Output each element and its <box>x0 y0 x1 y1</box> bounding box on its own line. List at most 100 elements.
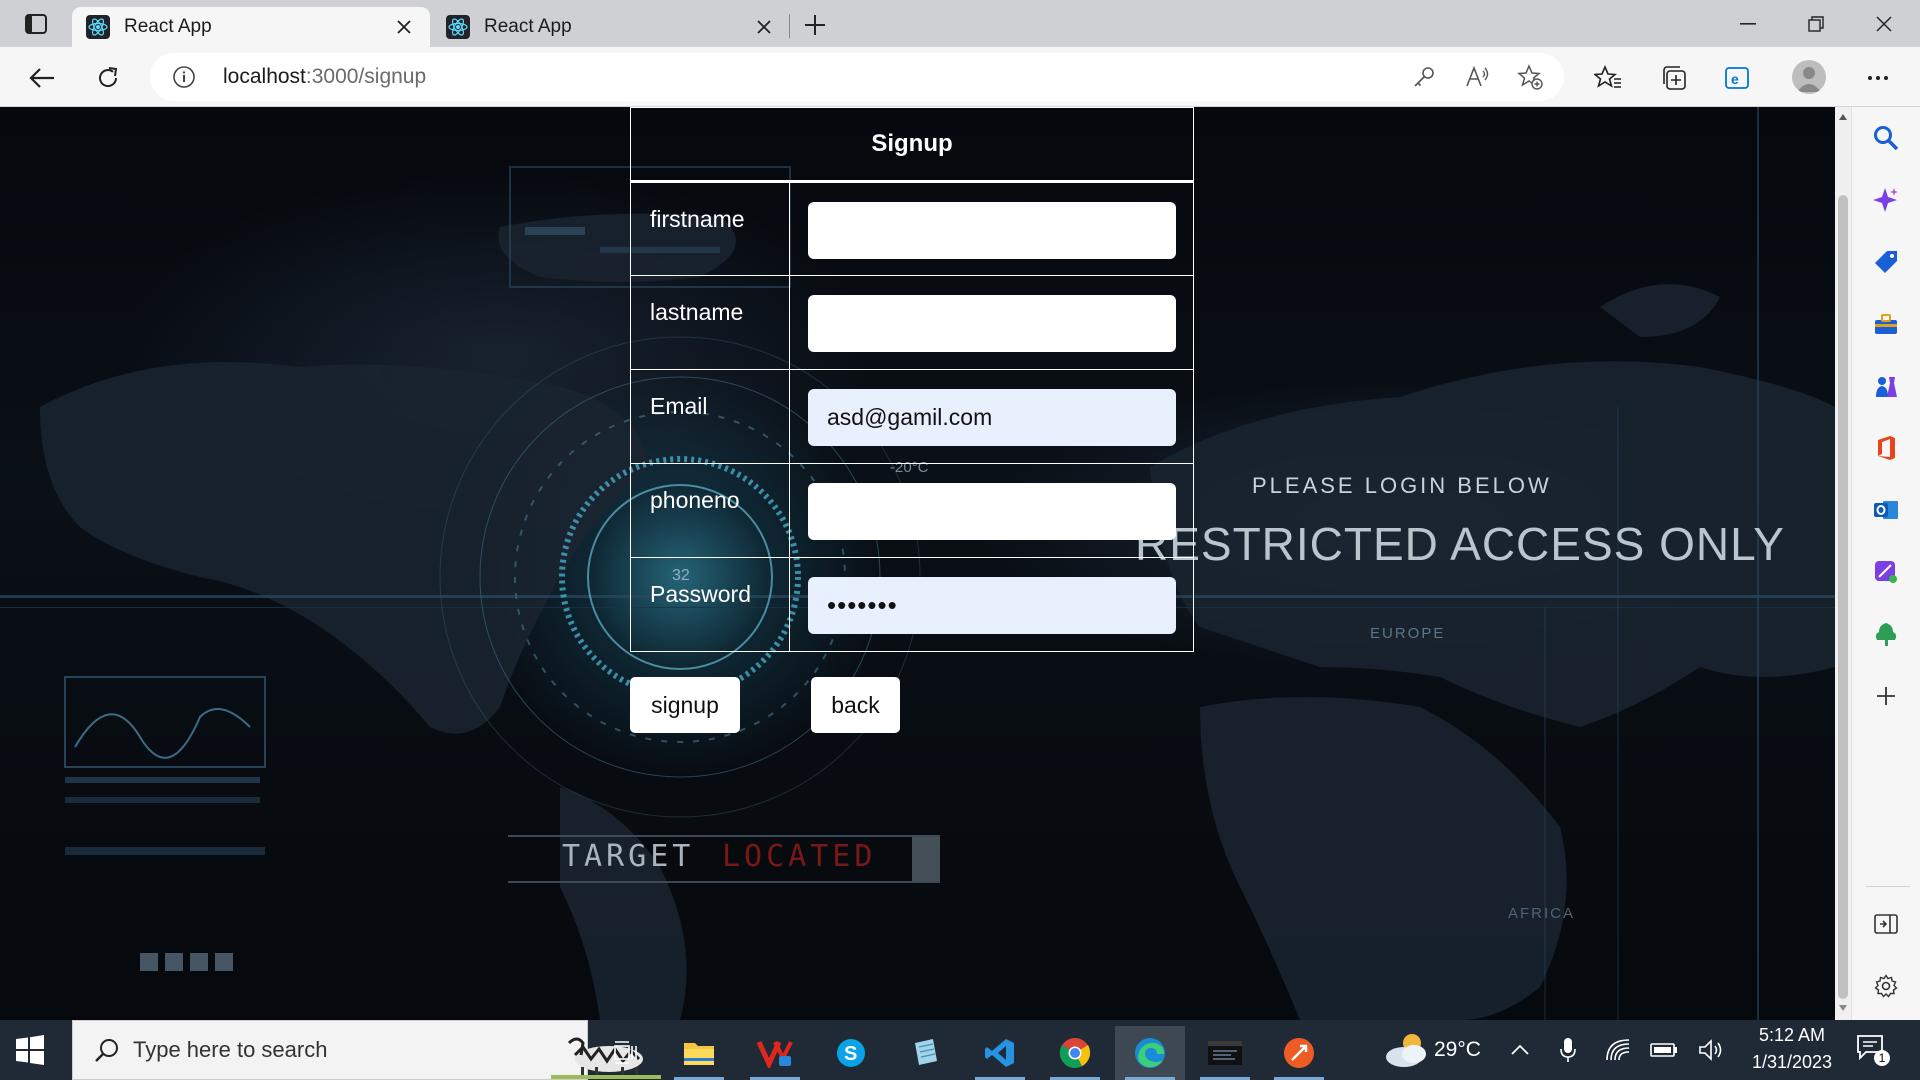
close-window-button[interactable] <box>1864 8 1904 40</box>
taskbar-file-explorer[interactable] <box>664 1026 734 1080</box>
sidebar-games-button[interactable] <box>1869 369 1903 403</box>
tab-react-app-2[interactable]: React App <box>432 7 790 47</box>
email-cell: asd@gamil.com <box>789 369 1194 464</box>
firstname-input[interactable] <box>808 202 1176 259</box>
sidebar-office-button[interactable] <box>1869 431 1903 465</box>
scroll-down-arrow[interactable] <box>1835 1004 1851 1016</box>
add-favorite-button[interactable] <box>1516 63 1544 91</box>
network-tray-button[interactable] <box>1604 1036 1632 1064</box>
form-row-password: Password ••••••• <box>630 557 1194 652</box>
lastname-cell <box>789 275 1194 370</box>
restore-button[interactable] <box>1796 8 1836 40</box>
arrow-left-icon <box>29 68 54 88</box>
task-view-button[interactable] <box>590 1026 660 1080</box>
collections-button[interactable] <box>1656 60 1692 96</box>
weather-cloudy-icon[interactable] <box>1382 1030 1434 1070</box>
signup-button[interactable]: signup <box>630 677 740 733</box>
page-scrollbar[interactable] <box>1835 107 1851 1020</box>
address-bar[interactable]: localhost:3000/signup <box>150 53 1564 101</box>
form-row-email: Email asd@gamil.com <box>630 369 1194 464</box>
sidebar-collapse-button[interactable] <box>1869 907 1903 941</box>
notification-center-button[interactable]: 1 <box>1856 1034 1892 1068</box>
taskbar-app-vector[interactable] <box>740 1026 810 1080</box>
office-icon <box>1878 436 1895 460</box>
back-button[interactable]: back <box>811 677 900 733</box>
profile-avatar[interactable] <box>1792 60 1826 94</box>
new-tab-button[interactable] <box>800 10 830 40</box>
settings-more-button[interactable] <box>1860 60 1896 96</box>
sidebar-discover-button[interactable] <box>1869 183 1903 217</box>
taskbar-postman[interactable] <box>1264 1026 1334 1080</box>
taskbar-skype[interactable]: S <box>816 1026 886 1080</box>
email-label: Email <box>630 369 790 464</box>
phoneno-cell <box>789 463 1194 558</box>
password-key-button[interactable] <box>1410 63 1438 91</box>
taskbar-search-box[interactable]: Type here to search <box>72 1020 661 1080</box>
show-hidden-icons-button[interactable] <box>1506 1036 1534 1064</box>
sparkle-icon <box>1873 188 1898 212</box>
sidebar-designer-button[interactable] <box>1869 555 1903 589</box>
tab-react-app-1[interactable]: React App <box>72 7 430 47</box>
minimize-icon <box>1740 23 1756 25</box>
lastname-input[interactable] <box>808 295 1176 352</box>
task-view-icon <box>614 1041 637 1064</box>
battery-tray-button[interactable] <box>1650 1036 1678 1064</box>
sidebar-add-button[interactable] <box>1869 679 1903 713</box>
sidebar-search-button[interactable] <box>1869 121 1903 155</box>
refresh-button[interactable] <box>90 60 126 96</box>
tab-close-button[interactable] <box>752 15 776 39</box>
weather-temperature[interactable]: 29°C <box>1434 1038 1481 1062</box>
triangle-up-icon <box>1839 114 1847 120</box>
tab-actions-icon <box>25 14 47 34</box>
skype-icon: S <box>837 1039 865 1067</box>
clock-time[interactable]: 5:12 AM <box>1754 1025 1830 1046</box>
scroll-up-arrow[interactable] <box>1835 113 1851 125</box>
notepad-icon <box>915 1039 937 1065</box>
sidebar-shopping-button[interactable] <box>1869 245 1903 279</box>
lastname-label: lastname <box>630 275 790 370</box>
chevron-up-icon <box>1511 1044 1529 1055</box>
minimize-button[interactable] <box>1728 8 1768 40</box>
phoneno-input[interactable] <box>808 483 1176 540</box>
gear-icon <box>1874 974 1898 998</box>
password-input[interactable]: ••••••• <box>808 577 1176 634</box>
shopping-tag-icon <box>1875 251 1897 273</box>
vscode-icon <box>985 1039 1014 1067</box>
plus-icon <box>805 15 825 35</box>
chess-pieces-icon <box>1876 377 1897 397</box>
taskbar-mysql-workbench[interactable] <box>1190 1026 1260 1080</box>
hud-located-text: LOCATED <box>722 839 877 874</box>
internet-explorer-mode-button[interactable]: e <box>1720 60 1756 96</box>
windows-taskbar: Type here to search S 29°C 5:12 AM 1/31/… <box>0 1020 1920 1080</box>
restore-icon <box>1808 16 1824 32</box>
tab-close-button[interactable] <box>392 15 416 39</box>
sidebar-settings-button[interactable] <box>1869 969 1903 1003</box>
tab-actions-button[interactable] <box>14 11 58 37</box>
clock-date[interactable]: 1/31/2023 <box>1744 1052 1840 1073</box>
taskbar-chrome[interactable] <box>1040 1026 1110 1080</box>
svg-text:e: e <box>1731 71 1739 87</box>
refresh-icon <box>99 67 118 87</box>
navigation-bar: localhost:3000/signup e <box>0 47 1920 107</box>
back-navigation-button[interactable] <box>24 60 60 96</box>
sidebar-tools-button[interactable] <box>1869 307 1903 341</box>
hud-target-text: TARGET <box>562 839 695 874</box>
taskbar-vscode[interactable] <box>965 1026 1035 1080</box>
taskbar-notepad[interactable] <box>890 1026 960 1080</box>
microphone-tray-button[interactable] <box>1554 1036 1582 1064</box>
plus-icon <box>1877 687 1895 705</box>
windows-start-button[interactable] <box>14 1034 46 1066</box>
hud-europe-label: EUROPE <box>1370 625 1446 642</box>
info-icon[interactable] <box>172 65 196 89</box>
read-aloud-button[interactable] <box>1464 63 1492 91</box>
sidebar-outlook-button[interactable] <box>1869 493 1903 527</box>
scroll-thumb[interactable] <box>1838 195 1848 999</box>
email-input[interactable]: asd@gamil.com <box>808 389 1176 446</box>
volume-tray-button[interactable] <box>1698 1036 1726 1064</box>
close-icon <box>397 20 411 34</box>
star-add-icon <box>1517 64 1543 90</box>
url-text[interactable]: localhost:3000/signup <box>223 65 426 89</box>
taskbar-edge[interactable] <box>1115 1026 1185 1080</box>
favorites-button[interactable] <box>1590 60 1626 96</box>
sidebar-drop-button[interactable] <box>1869 617 1903 651</box>
